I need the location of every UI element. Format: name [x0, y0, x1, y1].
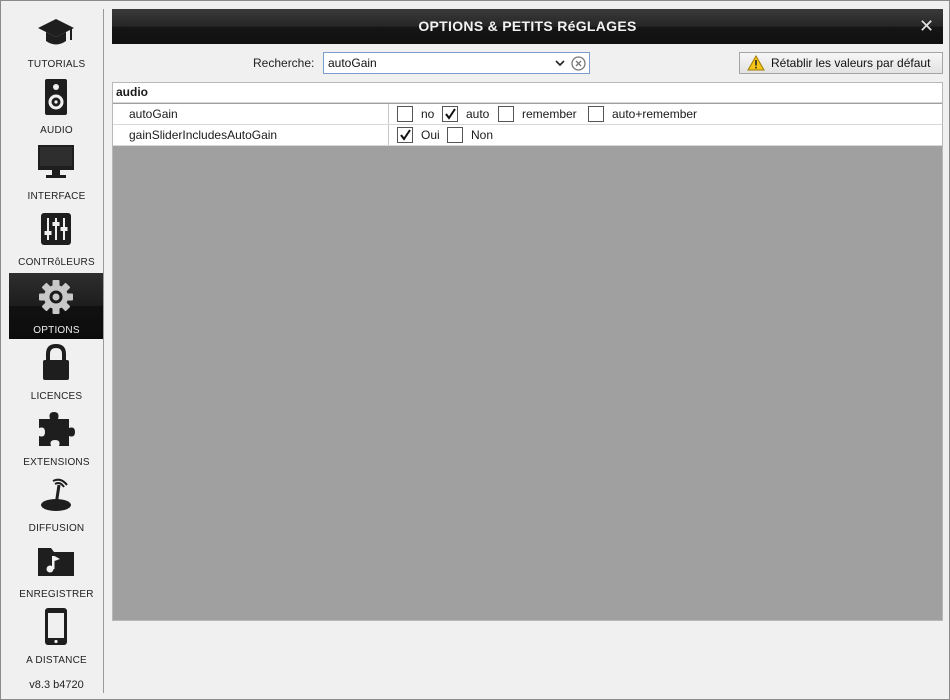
- checkmark-icon: [445, 108, 456, 120]
- option-label: Non: [471, 128, 494, 142]
- sidebar-item-label: INTERFACE: [27, 191, 86, 202]
- checkbox-no[interactable]: [397, 106, 413, 122]
- sidebar-item-options[interactable]: OPTIONS: [9, 273, 104, 339]
- sidebar-item-label: ENREGISTRER: [19, 589, 94, 600]
- checkbox-non[interactable]: [447, 127, 463, 143]
- checkbox-remember[interactable]: [498, 106, 514, 122]
- close-icon[interactable]: ✕: [919, 17, 934, 35]
- gear-icon: [39, 280, 73, 314]
- title-bar: OPTIONS & PETITS RéGLAGES ✕: [112, 9, 943, 44]
- sidebar-divider: [103, 9, 104, 693]
- sidebar-item-label: DIFFUSION: [28, 523, 85, 534]
- checkbox-auto[interactable]: [442, 106, 458, 122]
- sidebar-item-label: A DISTANCE: [26, 655, 87, 666]
- option-row-autogain: autoGain no auto remember auto+remember: [113, 104, 942, 125]
- option-label: remember: [522, 107, 577, 121]
- section-header: audio: [113, 83, 942, 103]
- clear-search-icon[interactable]: [571, 56, 586, 71]
- sidebar-item-enregistrer[interactable]: ENREGISTRER: [9, 537, 104, 603]
- option-row-gainslider: gainSliderIncludesAutoGain Oui Non: [113, 125, 942, 146]
- option-label: auto+remember: [612, 107, 698, 121]
- sidebar-item-label: CONTRôLEURS: [18, 257, 95, 268]
- sidebar-item-label: EXTENSIONS: [23, 457, 90, 468]
- sidebar-item-tutorials[interactable]: TUTORIALS: [9, 7, 104, 73]
- window-frame: TUTORIALS AUDIO INTERFACE CONTRôLEURS OP…: [0, 0, 950, 700]
- sidebar-item-interface[interactable]: INTERFACE: [9, 139, 104, 205]
- warning-icon: [747, 55, 765, 71]
- monitor-icon: [38, 145, 74, 178]
- tablet-icon: [45, 608, 67, 645]
- music-folder-icon: [38, 548, 74, 576]
- version-label: v8.3 b4720: [29, 679, 84, 691]
- option-name: gainSliderIncludesAutoGain: [113, 125, 389, 145]
- checkbox-oui[interactable]: [397, 127, 413, 143]
- sidebar-item-controleurs[interactable]: CONTRôLEURS: [9, 205, 104, 271]
- sidebar-item-audio[interactable]: AUDIO: [9, 73, 104, 139]
- sidebar-item-a-distance[interactable]: A DISTANCE: [9, 603, 104, 669]
- sidebar: TUTORIALS AUDIO INTERFACE CONTRôLEURS OP…: [9, 7, 104, 697]
- sidebar-item-diffusion[interactable]: DIFFUSION: [9, 471, 104, 537]
- search-label: Recherche:: [253, 56, 315, 70]
- option-label: auto: [466, 107, 490, 121]
- mixer-sliders-icon: [41, 213, 71, 245]
- lock-icon: [43, 343, 69, 380]
- search-combobox[interactable]: [323, 52, 590, 74]
- puzzle-icon: [39, 412, 75, 446]
- window-title: OPTIONS & PETITS RéGLAGES: [418, 18, 637, 34]
- option-label: Oui: [421, 128, 440, 142]
- options-panel: audio autoGain no auto remember auto+rem…: [112, 82, 943, 621]
- sidebar-item-label: TUTORIALS: [27, 59, 86, 70]
- sidebar-item-label: AUDIO: [40, 125, 73, 136]
- checkmark-icon: [400, 129, 411, 141]
- option-name: autoGain: [113, 104, 389, 124]
- sidebar-item-licences[interactable]: LICENCES: [9, 339, 104, 405]
- graduation-cap-icon: [38, 19, 74, 45]
- chevron-down-icon[interactable]: [554, 56, 566, 70]
- option-label: no: [421, 107, 435, 121]
- sidebar-item-extensions[interactable]: EXTENSIONS: [9, 405, 104, 471]
- search-input[interactable]: [328, 55, 548, 71]
- sidebar-item-label: LICENCES: [30, 391, 83, 402]
- reset-defaults-label: Rétablir les valeurs par défaut: [771, 56, 931, 70]
- speaker-icon: [45, 79, 67, 115]
- checkbox-auto-remember[interactable]: [588, 106, 604, 122]
- broadcast-dish-icon: [41, 478, 71, 511]
- sidebar-item-label: OPTIONS: [33, 325, 80, 336]
- reset-defaults-button[interactable]: Rétablir les valeurs par défaut: [739, 52, 943, 74]
